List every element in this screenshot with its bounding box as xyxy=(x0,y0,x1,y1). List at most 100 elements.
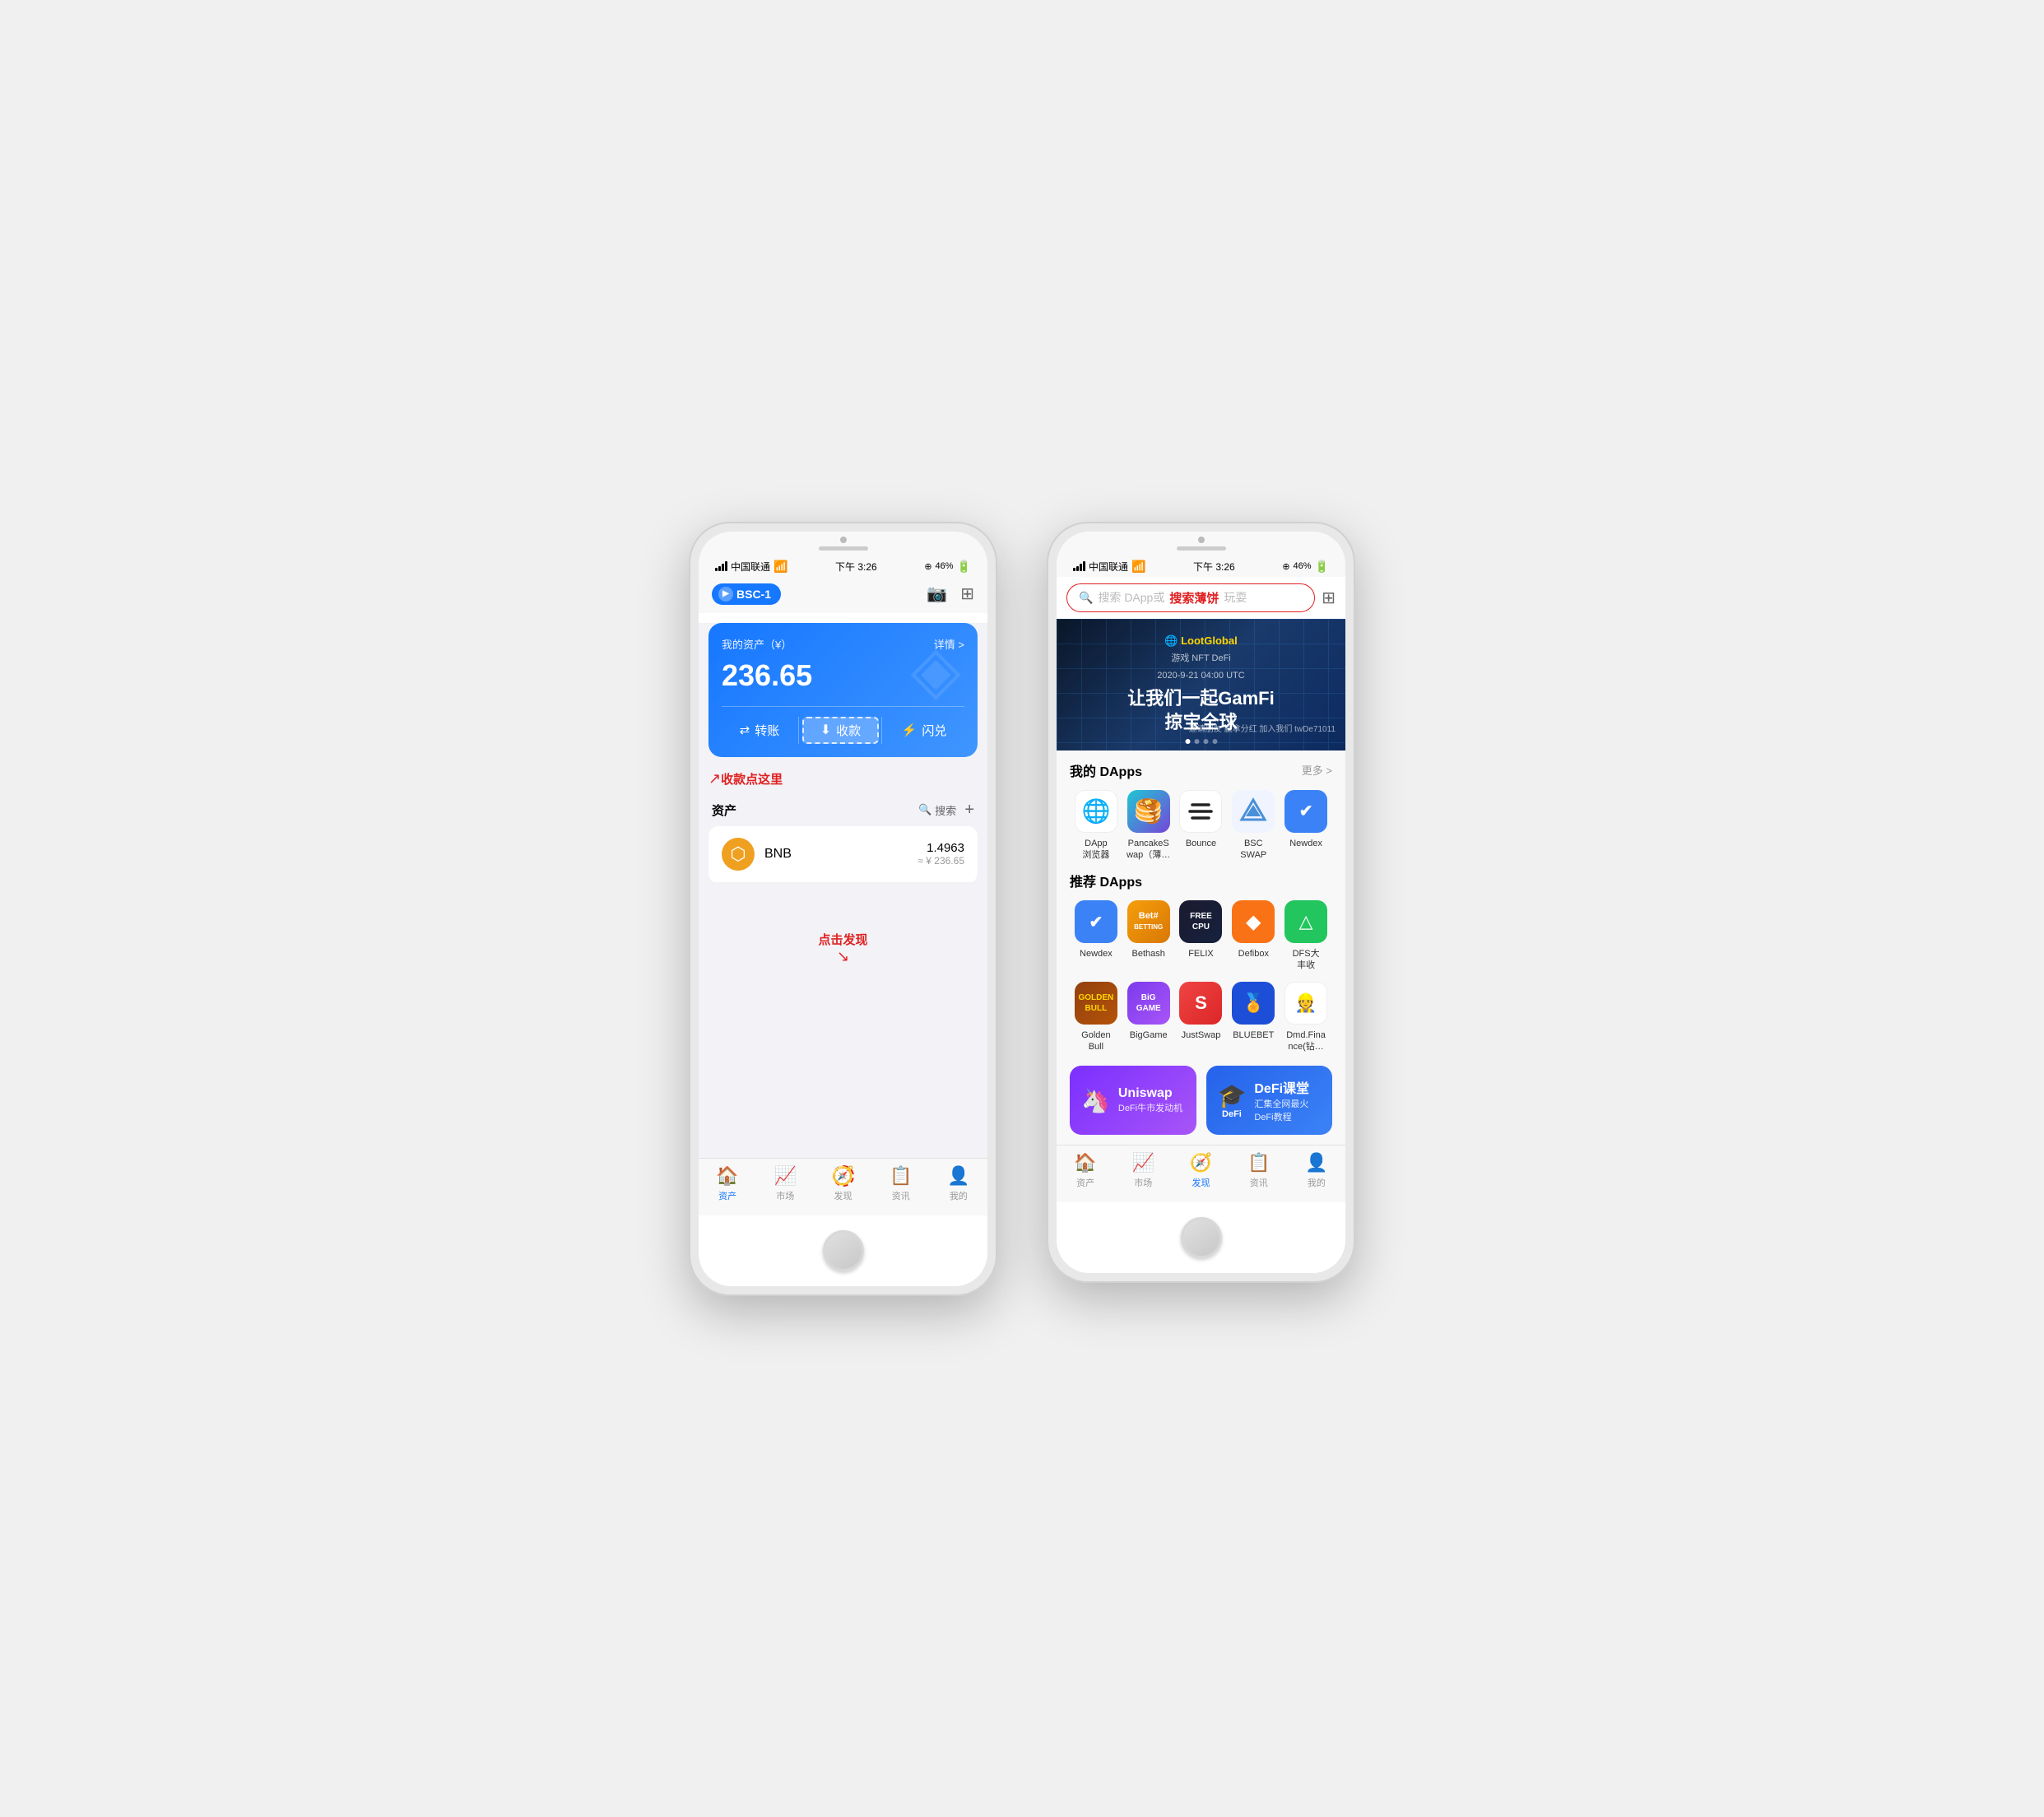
dapp-bounce[interactable]: Bounce xyxy=(1175,790,1228,862)
signal-icon xyxy=(715,561,727,571)
rec-defibox-name: Defibox xyxy=(1238,948,1269,960)
right-nav-discover[interactable]: 🧭 发现 xyxy=(1172,1152,1229,1189)
right-home-button[interactable] xyxy=(1181,1217,1222,1258)
rec-dfs-icon: △ xyxy=(1284,900,1327,943)
bsc-badge[interactable]: ▶ BSC-1 xyxy=(712,583,781,605)
nav-assets[interactable]: 🏠 资产 xyxy=(699,1165,756,1202)
wallet-header: ▶ BSC-1 📷 ⊞ xyxy=(699,577,987,613)
search-placeholder: 搜索 DApp或 xyxy=(1098,589,1164,606)
right-nav-news-label: 资讯 xyxy=(1250,1176,1268,1189)
rec-dmdfinance[interactable]: 👷 Dmd.Finance(钻… xyxy=(1280,982,1332,1053)
left-phone-top-bar xyxy=(699,532,987,555)
nav-news[interactable]: 📋 资讯 xyxy=(872,1165,930,1202)
search-bar-area: 🔍 搜索 DApp或 搜索薄饼 玩耍 ⊞ xyxy=(1057,577,1345,619)
nav-market[interactable]: 📈 市场 xyxy=(756,1165,814,1202)
rec-defibox[interactable]: ◆ Defibox xyxy=(1227,900,1280,972)
battery-right: 46% xyxy=(1294,561,1312,571)
annotation-text-discover: 点击发现 xyxy=(818,933,867,947)
battery-icon-left: 🔋 xyxy=(957,560,971,574)
promo-uniswap[interactable]: 🦄 Uniswap DeFi牛市发动机 xyxy=(1070,1066,1196,1135)
dapp-browser-icon: 🌐 xyxy=(1075,790,1117,833)
bnb-amount: 1.4963 xyxy=(917,841,964,855)
search-icon-right: 🔍 xyxy=(1079,591,1093,605)
annotation-arrow-discover: ↘ xyxy=(837,948,849,964)
promo-defi[interactable]: 🎓 DeFi DeFi课堂 汇集全网最火DeFi教程 xyxy=(1206,1066,1333,1135)
right-phone: 中国联通 📶 下午 3:26 ⊕ 46% 🔋 🔍 搜索 DApp或 搜索薄饼 玩… xyxy=(1047,522,1355,1284)
promo-section: 🦄 Uniswap DeFi牛市发动机 🎓 DeFi DeFi课堂 xyxy=(1057,1056,1345,1145)
asset-list: ⬡ BNB 1.4963 ≈ ¥ 236.65 xyxy=(708,826,978,883)
speaker-right xyxy=(1177,546,1226,551)
annotation-arrow-receive: ↗ xyxy=(708,770,721,788)
receive-btn[interactable]: ⬇ 收款 xyxy=(802,717,879,744)
left-home-button[interactable] xyxy=(823,1230,864,1271)
bsc-arrow-icon: ▶ xyxy=(718,587,733,602)
rec-defibox-icon: ◆ xyxy=(1232,900,1275,943)
rec-bluebet[interactable]: 🏅 BLUEBET xyxy=(1227,982,1280,1053)
defi-text: DeFi课堂 汇集全网最火DeFi教程 xyxy=(1254,1077,1321,1123)
defi-label: DeFi xyxy=(1222,1109,1242,1119)
qrcode-icon[interactable]: ⊞ xyxy=(960,583,974,604)
rec-goldenbull[interactable]: GOLDENBULL GoldenBull xyxy=(1070,982,1122,1053)
dapp-bscswap[interactable]: BSCSWAP xyxy=(1227,790,1280,862)
rec-biggame[interactable]: BiGGAME BigGame xyxy=(1122,982,1175,1053)
nav-discover-label: 发现 xyxy=(834,1189,852,1202)
detail-link[interactable]: 详情 > xyxy=(934,636,964,652)
right-status-bar: 中国联通 📶 下午 3:26 ⊕ 46% 🔋 xyxy=(1057,555,1345,577)
scan-icon[interactable]: ⊞ xyxy=(1322,588,1336,608)
search-highlight: 搜索薄饼 xyxy=(1169,589,1219,606)
left-bottom-nav: 🏠 资产 📈 市场 🧭 发现 📋 资讯 xyxy=(699,1158,987,1215)
rec-felix[interactable]: FREECPU FELIX xyxy=(1175,900,1228,972)
rec-justswap[interactable]: S JustSwap xyxy=(1175,982,1228,1053)
uniswap-icon: 🦄 xyxy=(1081,1087,1110,1114)
rec-dfs-name: DFS大丰收 xyxy=(1293,948,1320,972)
carrier-right: 中国联通 xyxy=(1089,560,1128,574)
dapp-pancake[interactable]: 🥞 PancakeSwap（薄… xyxy=(1122,790,1175,862)
camera-right xyxy=(1198,537,1205,543)
rec-bethash[interactable]: Bet#BETTING Bethash xyxy=(1122,900,1175,972)
transfer-btn[interactable]: ⇄ 转账 xyxy=(723,717,797,744)
search-input-box[interactable]: 🔍 搜索 DApp或 搜索薄饼 玩耍 xyxy=(1066,583,1315,612)
right-nav-news[interactable]: 📋 资讯 xyxy=(1230,1152,1288,1189)
banner-date: 2020-9-21 04:00 UTC xyxy=(1127,671,1274,681)
nav-discover[interactable]: 🧭 发现 xyxy=(814,1165,871,1202)
bscswap-svg xyxy=(1238,797,1268,826)
battery-left: 46% xyxy=(936,561,954,571)
assets-section-header: 资产 🔍 搜索 + xyxy=(699,791,987,826)
right-nav-profile[interactable]: 👤 我的 xyxy=(1288,1152,1345,1189)
code-value: twDe71011 xyxy=(1294,725,1336,734)
right-nav-market[interactable]: 📈 市场 xyxy=(1114,1152,1172,1189)
asset-label: 我的资产（¥） xyxy=(722,636,792,652)
right-nav-discover-label: 发现 xyxy=(1192,1176,1210,1189)
right-phone-top-bar xyxy=(1057,532,1345,555)
nav-market-icon: 📈 xyxy=(774,1165,797,1187)
signal-icon-right xyxy=(1073,561,1085,571)
dot-2 xyxy=(1194,739,1199,744)
section-actions: 🔍 搜索 + xyxy=(918,801,974,820)
dapp-bounce-icon xyxy=(1179,790,1222,833)
carrier-left: 中国联通 xyxy=(731,560,770,574)
bnb-asset-item[interactable]: ⬡ BNB 1.4963 ≈ ¥ 236.65 xyxy=(708,826,978,883)
nav-profile[interactable]: 👤 我的 xyxy=(930,1165,987,1202)
rec-goldenbull-icon: GOLDENBULL xyxy=(1075,982,1117,1025)
camera-icon[interactable]: 📷 xyxy=(927,583,947,604)
add-asset-btn[interactable]: + xyxy=(964,801,974,820)
action-divider-2 xyxy=(881,717,882,744)
uniswap-text: Uniswap DeFi牛市发动机 xyxy=(1118,1086,1182,1114)
rec-goldenbull-name: GoldenBull xyxy=(1081,1029,1110,1053)
right-phone-bottom xyxy=(1057,1202,1345,1273)
my-dapps-more[interactable]: 更多 > xyxy=(1302,762,1332,778)
dapp-browser[interactable]: 🌐 DApp浏览器 xyxy=(1070,790,1122,862)
dapp-newdex[interactable]: ✔ Newdex xyxy=(1280,790,1332,862)
nav-market-label: 市场 xyxy=(776,1189,794,1202)
my-dapps-grid: 🌐 DApp浏览器 🥞 PancakeSwap（薄… xyxy=(1070,790,1332,862)
flash-btn[interactable]: ⚡ 闪兑 xyxy=(885,717,964,744)
rec-dmdfinance-icon: 👷 xyxy=(1284,982,1327,1025)
search-btn[interactable]: 🔍 搜索 xyxy=(918,802,956,818)
rec-newdex[interactable]: ✔ Newdex xyxy=(1070,900,1122,972)
rec-bethash-icon: Bet#BETTING xyxy=(1127,900,1170,943)
receive-area: ⬇ 收款 xyxy=(802,717,879,744)
right-nav-assets[interactable]: 🏠 资产 xyxy=(1057,1152,1114,1189)
bnb-values: 1.4963 ≈ ¥ 236.65 xyxy=(917,841,964,867)
rec-dfs[interactable]: △ DFS大丰收 xyxy=(1280,900,1332,972)
bnb-name: BNB xyxy=(764,847,792,862)
